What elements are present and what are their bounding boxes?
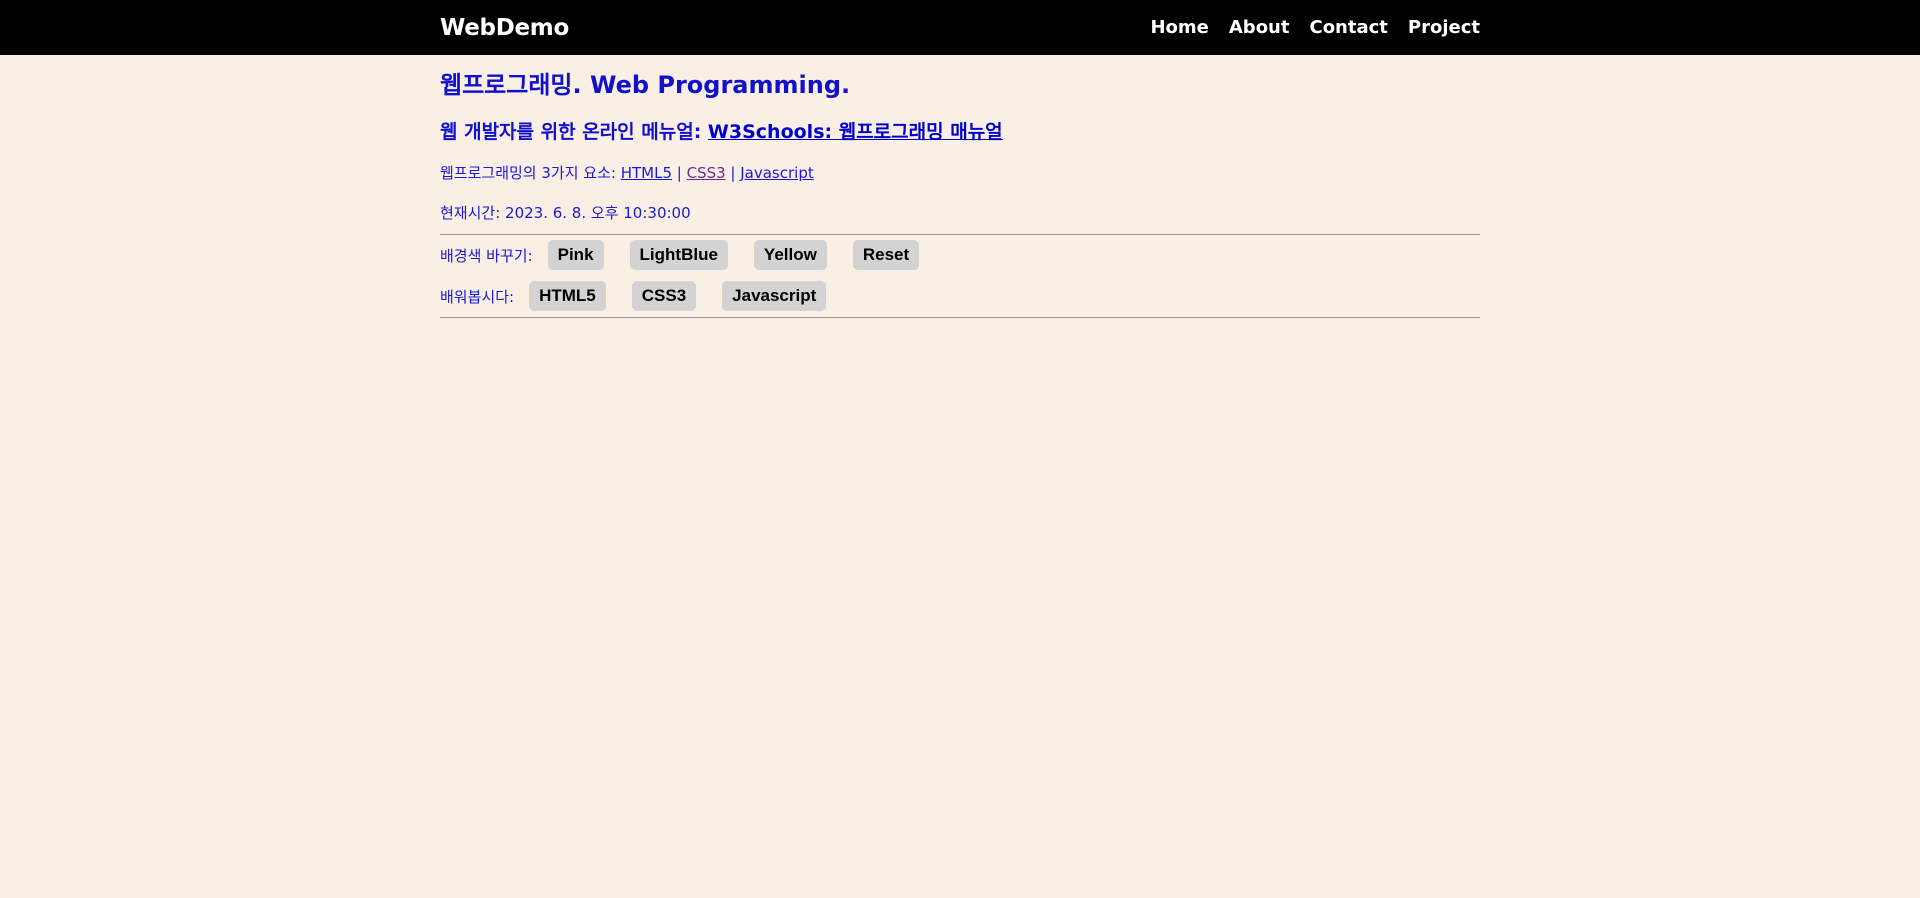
yellow-button[interactable]: Yellow [753, 240, 827, 270]
divider-bottom [440, 317, 1480, 318]
w3schools-link[interactable]: W3Schools: 웹프로그래밍 매뉴얼 [708, 121, 1003, 143]
learn-row: 배워봅시다: HTML5 CSS3 Javascript [440, 276, 1480, 316]
nav-link-about[interactable]: About [1229, 17, 1290, 38]
elements-prefix: 웹프로그래밍의 3가지 요소: [440, 164, 621, 182]
javascript-link[interactable]: Javascript [740, 164, 813, 182]
main-content: 웹프로그래밍. Web Programming. 웹 개발자를 위한 온라인 메… [440, 55, 1480, 318]
navbar-inner: WebDemo Home About Contact Project [440, 0, 1480, 55]
background-color-label: 배경색 바꾸기: [440, 246, 533, 265]
learn-label: 배워봅시다: [440, 287, 515, 306]
page-title: 웹프로그래밍. Web Programming. [440, 71, 851, 99]
javascript-button[interactable]: Javascript [722, 281, 827, 311]
brand-link[interactable]: WebDemo [440, 15, 569, 41]
html5-link[interactable]: HTML5 [621, 164, 672, 182]
background-color-row: 배경색 바꾸기: Pink LightBlue Yellow Reset [440, 235, 1480, 275]
manual-heading: 웹 개발자를 위한 온라인 메뉴얼: W3Schools: 웹프로그래밍 매뉴얼 [440, 119, 1480, 145]
lightblue-button[interactable]: LightBlue [629, 240, 728, 270]
css3-link[interactable]: CSS3 [687, 164, 726, 182]
top-navbar: WebDemo Home About Contact Project [0, 0, 1920, 55]
elements-line: 웹프로그래밍의 3가지 요소: HTML5 | CSS3 | Javascrip… [440, 163, 1480, 183]
css3-button[interactable]: CSS3 [631, 281, 697, 311]
nav-link-project[interactable]: Project [1408, 17, 1480, 38]
current-time: 현재시간: 2023. 6. 8. 오후 10:30:00 [440, 204, 691, 222]
reset-button[interactable]: Reset [852, 240, 920, 270]
nav-link-home[interactable]: Home [1150, 17, 1208, 38]
pink-button[interactable]: Pink [547, 240, 604, 270]
nav-link-contact[interactable]: Contact [1309, 17, 1387, 38]
separator: | [725, 164, 741, 182]
manual-prefix: 웹 개발자를 위한 온라인 메뉴얼: [440, 121, 708, 143]
separator: | [672, 164, 687, 182]
nav-links: Home About Contact Project [1150, 17, 1480, 38]
html5-button[interactable]: HTML5 [529, 281, 606, 311]
